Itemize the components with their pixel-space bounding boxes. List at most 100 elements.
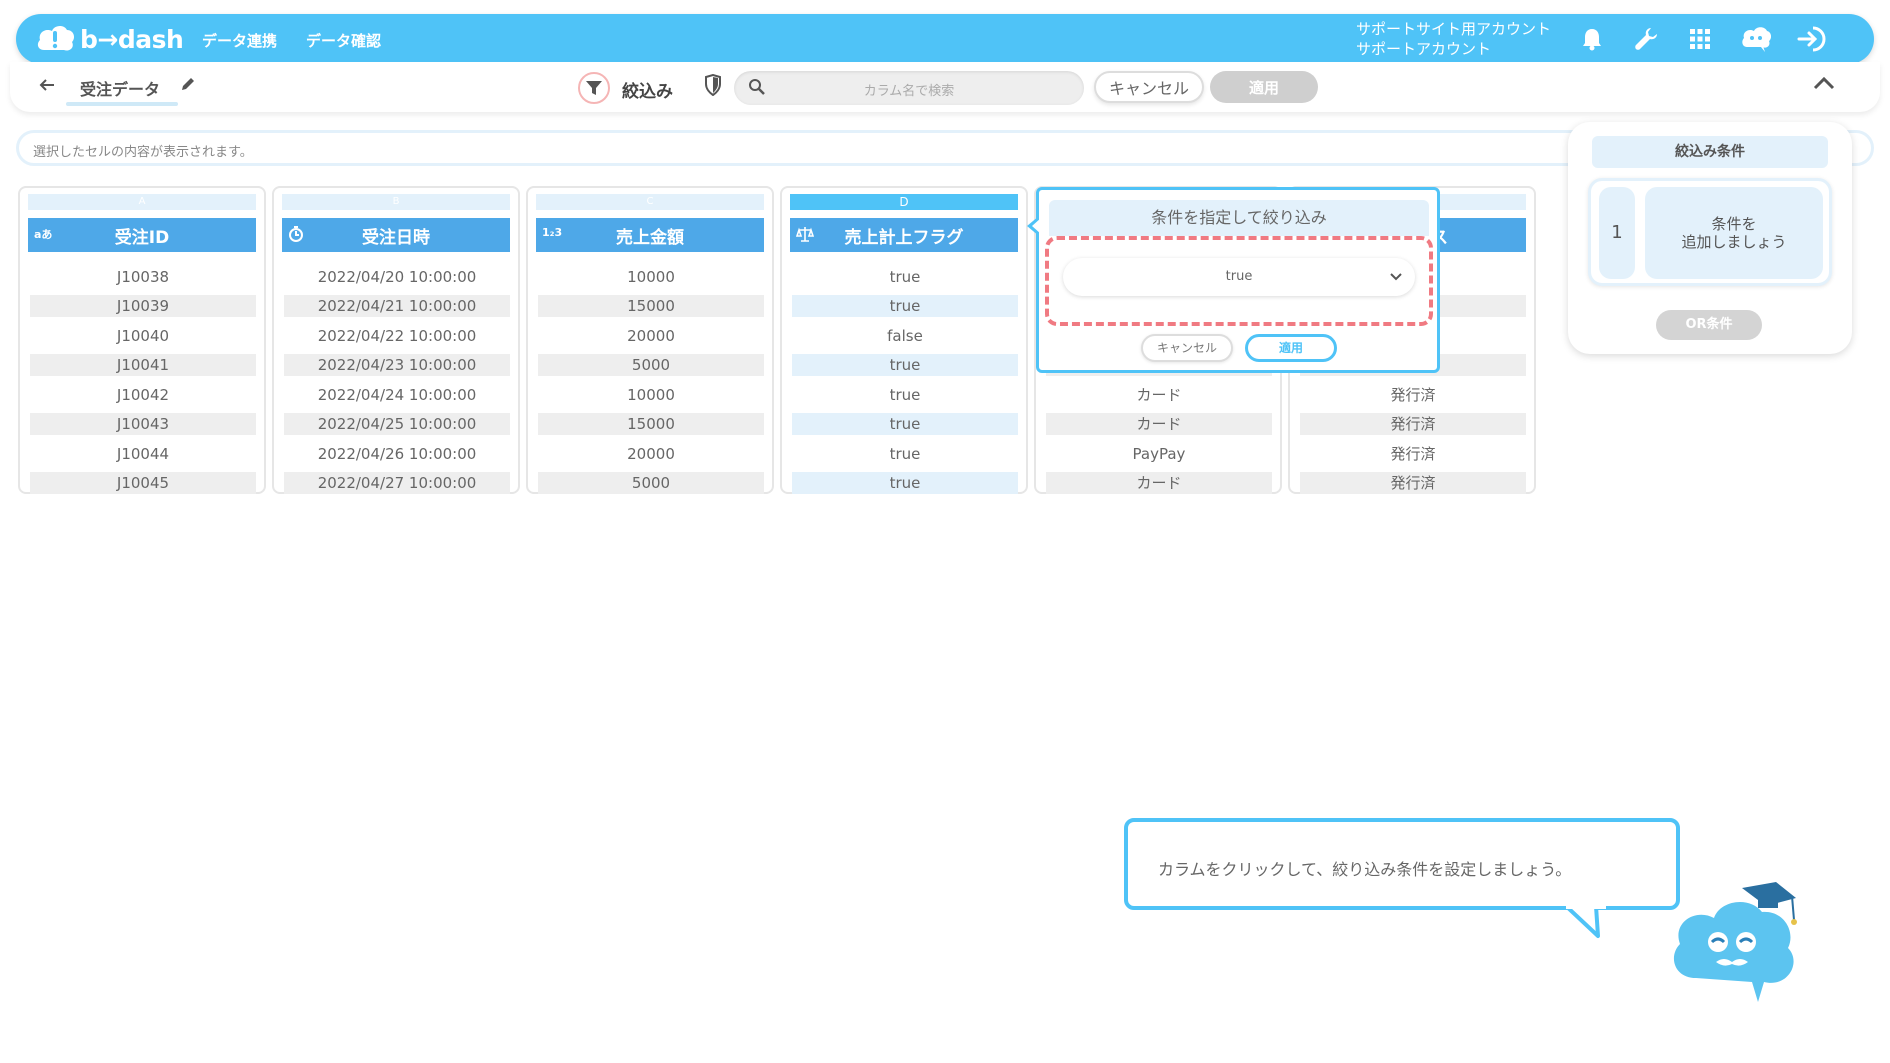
table-cell[interactable]: 2022/04/22 10:00:00 — [284, 325, 510, 347]
table-cell[interactable]: 発行済 — [1300, 472, 1526, 494]
table-cell[interactable]: J10041 — [30, 354, 256, 376]
column-a[interactable]: Aaあ 受注ID J10038 J10039 J10040 J10041 J10042 J10… — [18, 186, 266, 494]
table-cell[interactable]: 10000 — [538, 384, 764, 406]
condition-add-line1: 条件を — [1711, 215, 1757, 233]
cell-content-text: 選択したセルの内容が表示されます。 — [33, 145, 253, 160]
table-cell[interactable]: true — [792, 266, 1018, 288]
mascot-help-icon[interactable] — [1740, 23, 1772, 55]
table-cell[interactable]: 15000 — [538, 413, 764, 435]
table-cell[interactable]: true — [792, 443, 1018, 465]
column-header[interactable]: 1₂3 売上金額 — [536, 218, 764, 252]
mascot-icon — [1673, 882, 1797, 1002]
table-cell[interactable]: J10042 — [30, 384, 256, 406]
shield-icon[interactable] — [704, 74, 722, 96]
back-arrow-icon[interactable] — [38, 76, 56, 94]
table-cell[interactable]: J10040 — [30, 325, 256, 347]
table-cell[interactable]: 2022/04/20 10:00:00 — [284, 266, 510, 288]
column-d[interactable]: D 売上計上フラグ true true false true true true true tru… — [780, 186, 1028, 494]
account-line1: サポートサイト用アカウント — [1356, 20, 1552, 38]
column-header[interactable]: 売上計上フラグ — [790, 218, 1018, 252]
funnel-icon — [586, 81, 602, 95]
nav-data-integration[interactable]: データ連携 — [202, 30, 277, 51]
popup-apply-button[interactable]: 適用 — [1245, 334, 1337, 362]
column-search[interactable]: カラム名で検索 — [734, 71, 1084, 105]
condition-select[interactable]: true — [1063, 258, 1415, 296]
table-cell[interactable]: J10045 — [30, 472, 256, 494]
table-cell[interactable]: 2022/04/25 10:00:00 — [284, 413, 510, 435]
table-cell[interactable]: true — [792, 413, 1018, 435]
table-cell[interactable]: カード — [1046, 384, 1272, 406]
table-cell[interactable]: J10038 — [30, 266, 256, 288]
popup-title: 条件を指定して絞り込み — [1049, 200, 1429, 236]
table-cell[interactable]: カード — [1046, 472, 1272, 494]
table-cell[interactable]: J10044 — [30, 443, 256, 465]
filter-label: 絞込み — [622, 82, 673, 102]
table-cell[interactable]: true — [792, 472, 1018, 494]
sub-toolbar: 受注データ 絞込み カラム名で検索 キャンセル 適用 — [10, 62, 1880, 112]
account-line2: サポートアカウント — [1356, 40, 1492, 58]
logo-text: b→dash — [80, 24, 184, 54]
table-cell[interactable]: 2022/04/26 10:00:00 — [284, 443, 510, 465]
table-cell[interactable]: 15000 — [538, 295, 764, 317]
condition-index: 1 — [1599, 187, 1635, 279]
or-condition-button[interactable]: OR条件 — [1656, 310, 1762, 340]
table-cell[interactable]: 2022/04/24 10:00:00 — [284, 384, 510, 406]
table-cell[interactable]: J10043 — [30, 413, 256, 435]
wrench-icon[interactable] — [1630, 23, 1662, 55]
search-input[interactable]: カラム名で検索 — [734, 80, 1084, 99]
condition-add-line2: 追加しましょう — [1681, 233, 1787, 251]
column-header[interactable]: 受注日時 — [282, 218, 510, 252]
table-cell[interactable]: true — [792, 384, 1018, 406]
column-header-label: 売上金額 — [616, 227, 684, 248]
table-cell[interactable]: カード — [1046, 413, 1272, 435]
grid-apps-icon[interactable] — [1684, 23, 1716, 55]
chevron-up-icon[interactable] — [1812, 75, 1836, 91]
bell-icon[interactable] — [1576, 23, 1608, 55]
column-header[interactable]: aあ 受注ID — [28, 218, 256, 252]
data-type-icon: 1₂3 — [542, 226, 563, 239]
pencil-edit-icon[interactable] — [180, 76, 196, 92]
logout-icon[interactable] — [1796, 23, 1828, 55]
table-cell[interactable]: 2022/04/21 10:00:00 — [284, 295, 510, 317]
nav-data-check[interactable]: データ確認 — [306, 30, 381, 51]
table-cell[interactable]: 10000 — [538, 266, 764, 288]
popup-cancel-button[interactable]: キャンセル — [1141, 334, 1233, 362]
table-cell[interactable]: 2022/04/23 10:00:00 — [284, 354, 510, 376]
conditions-panel-title: 絞込み条件 — [1592, 136, 1828, 168]
top-header: b→dash データ連携 データ確認 サポートサイト用アカウント サポートアカウ… — [16, 14, 1874, 64]
table-cell[interactable]: 発行済 — [1300, 384, 1526, 406]
scale-icon — [795, 226, 815, 245]
filter-button[interactable] — [578, 72, 610, 104]
condition-slot[interactable]: 1 条件を 追加しましょう — [1588, 178, 1832, 286]
table-cell[interactable]: true — [792, 295, 1018, 317]
cancel-button[interactable]: キャンセル — [1094, 71, 1204, 103]
table-cell[interactable]: false — [792, 325, 1018, 347]
table-cell[interactable]: 発行済 — [1300, 413, 1526, 435]
guide-speech-bubble: カラムをクリックして、絞り込み条件を設定しましょう。 — [1124, 818, 1680, 910]
apply-button[interactable]: 適用 — [1210, 71, 1318, 103]
table-cell[interactable]: 20000 — [538, 325, 764, 347]
condition-add-message: 条件を 追加しましょう — [1645, 187, 1823, 279]
column-letter: D — [790, 194, 1018, 210]
table-cell[interactable]: J10039 — [30, 295, 256, 317]
table-cell[interactable]: 発行済 — [1300, 443, 1526, 465]
table-cell[interactable]: 5000 — [538, 354, 764, 376]
table-cell[interactable]: 5000 — [538, 472, 764, 494]
account-info[interactable]: サポートサイト用アカウント サポートアカウント — [1356, 19, 1551, 59]
data-type-icon: aあ — [34, 228, 53, 241]
column-c[interactable]: C 1₂3 売上金額 10000 15000 20000 5000 10000 15000 200… — [526, 186, 774, 494]
table-cell[interactable]: 2022/04/27 10:00:00 — [284, 472, 510, 494]
filter-condition-popup: 条件を指定して絞り込み true キャンセル 適用 — [1027, 187, 1440, 373]
guide-text: カラムをクリックして、絞り込み条件を設定しましょう。 — [1158, 860, 1572, 879]
table-cell[interactable]: PayPay — [1046, 443, 1272, 465]
filter-conditions-panel: 絞込み条件 1 条件を 追加しましょう OR条件 — [1568, 122, 1852, 354]
column-letter: C — [536, 194, 764, 210]
popup-pointer-inner — [1032, 218, 1041, 234]
column-b[interactable]: B 受注日時 2022/04/20 10:00:00 2022/04/21 10:00… — [272, 186, 520, 494]
column-header-label: 受注日時 — [362, 227, 430, 248]
bubble-tail — [1566, 906, 1606, 938]
table-cell[interactable]: 20000 — [538, 443, 764, 465]
table-cell[interactable]: true — [792, 354, 1018, 376]
column-header-label: 売上計上フラグ — [844, 227, 964, 248]
logo[interactable]: b→dash — [36, 22, 184, 56]
